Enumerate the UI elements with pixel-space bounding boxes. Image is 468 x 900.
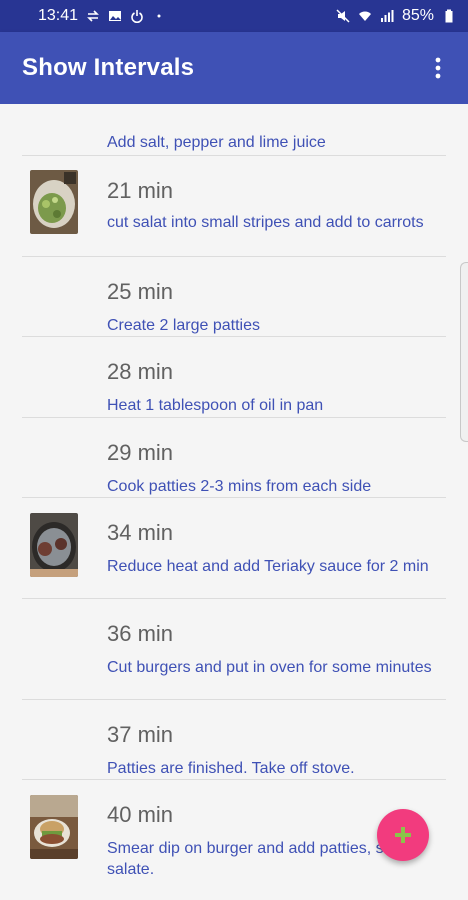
- step-photo: [30, 170, 78, 234]
- battery-percent: 85%: [401, 7, 434, 24]
- power-icon: [130, 9, 144, 23]
- interval-description: Create 2 large patties: [107, 317, 260, 334]
- list-item[interactable]: 21 min cut salat into small stripes and …: [0, 156, 468, 257]
- interval-description: Cook patties 2-3 mins from each side: [107, 478, 372, 495]
- list-item[interactable]: 28 min Heat 1 tablespoon of oil in pan: [0, 337, 468, 418]
- data-arrows-icon: [86, 9, 100, 23]
- app-bar: Show Intervals: [0, 32, 468, 104]
- step-photo: [30, 513, 78, 577]
- interval-description: Heat 1 tablespoon of oil in pan: [107, 397, 324, 414]
- more-vert-icon[interactable]: [426, 48, 450, 88]
- interval-time: 28 min: [107, 359, 174, 384]
- list-item[interactable]: 34 min Reduce heat and add Teriaky sauce…: [0, 498, 468, 599]
- page-title: Show Intervals: [22, 54, 195, 81]
- interval-time: 21 min: [107, 178, 174, 203]
- status-time: 13:41: [38, 7, 79, 24]
- image-icon: [108, 9, 122, 23]
- status-right: 85%: [336, 7, 456, 25]
- interval-description: Cut burgers and put in oven for some min…: [107, 659, 432, 676]
- battery-icon: [442, 9, 456, 23]
- status-left: 13:41: [38, 7, 166, 25]
- dot-icon: [152, 9, 166, 23]
- interval-time: 29 min: [107, 440, 174, 465]
- list-item[interactable]: 25 min Create 2 large patties: [0, 257, 468, 337]
- list-item[interactable]: 36 min Cut burgers and put in oven for s…: [0, 599, 468, 700]
- interval-description: cut salat into small stripes and add to …: [107, 214, 424, 231]
- plus-icon: [393, 825, 413, 845]
- list-item[interactable]: 37 min Patties are finished. Take off st…: [0, 700, 468, 780]
- interval-description: Add salt, pepper and lime juice: [107, 134, 326, 151]
- interval-time: 36 min: [107, 621, 174, 646]
- status-bar: 13:41 85%: [0, 0, 468, 32]
- interval-time: 37 min: [107, 722, 174, 747]
- step-photo: [30, 795, 78, 859]
- interval-description: Reduce heat and add Teriaky sauce for 2 …: [107, 558, 429, 575]
- scrollbar-handle[interactable]: [460, 262, 468, 442]
- interval-time: 25 min: [107, 279, 174, 304]
- signal-icon: [380, 9, 394, 23]
- interval-time: 40 min: [107, 802, 174, 827]
- interval-time: 34 min: [107, 520, 174, 545]
- interval-description: Patties are finished. Take off stove.: [107, 760, 355, 777]
- interval-list[interactable]: Add salt, pepper and lime juice 21 min c…: [0, 104, 468, 900]
- mute-icon: [336, 9, 350, 23]
- add-interval-button[interactable]: [377, 809, 429, 861]
- wifi-icon: [358, 9, 372, 23]
- list-item[interactable]: 29 min Cook patties 2-3 mins from each s…: [0, 418, 468, 498]
- list-item[interactable]: Add salt, pepper and lime juice: [0, 104, 468, 156]
